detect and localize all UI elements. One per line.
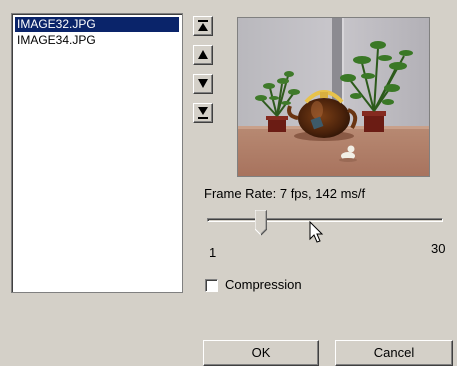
move-to-bottom-button[interactable] xyxy=(193,103,213,123)
frame-rate-label: Frame Rate: 7 fps, 142 ms/f xyxy=(204,186,366,201)
compression-label[interactable]: Compression xyxy=(225,277,302,292)
ok-button[interactable]: OK xyxy=(203,340,319,366)
move-down-button[interactable] xyxy=(193,74,213,94)
list-item[interactable]: IMAGE34.JPG xyxy=(15,33,179,48)
compression-checkbox[interactable] xyxy=(205,279,218,292)
move-to-top-icon xyxy=(198,20,208,31)
move-to-bottom-icon xyxy=(198,107,208,119)
move-up-icon xyxy=(198,50,208,59)
cancel-button[interactable]: Cancel xyxy=(335,340,453,366)
frame-rate-max-label: 30 xyxy=(431,241,446,256)
mouse-pointer-icon xyxy=(309,221,324,243)
list-item[interactable]: IMAGE32.JPG xyxy=(15,17,179,32)
move-up-button[interactable] xyxy=(193,45,213,65)
image-preview xyxy=(237,17,430,177)
move-to-top-button[interactable] xyxy=(193,16,213,36)
frame-rate-slider-thumb[interactable] xyxy=(255,210,267,236)
move-down-icon xyxy=(198,79,208,88)
frame-rate-min-label: 1 xyxy=(209,245,217,260)
frame-rate-slider-track[interactable] xyxy=(207,218,443,222)
clipped-top-text xyxy=(0,0,457,4)
image-file-list[interactable]: IMAGE32.JPG IMAGE34.JPG xyxy=(11,13,183,293)
